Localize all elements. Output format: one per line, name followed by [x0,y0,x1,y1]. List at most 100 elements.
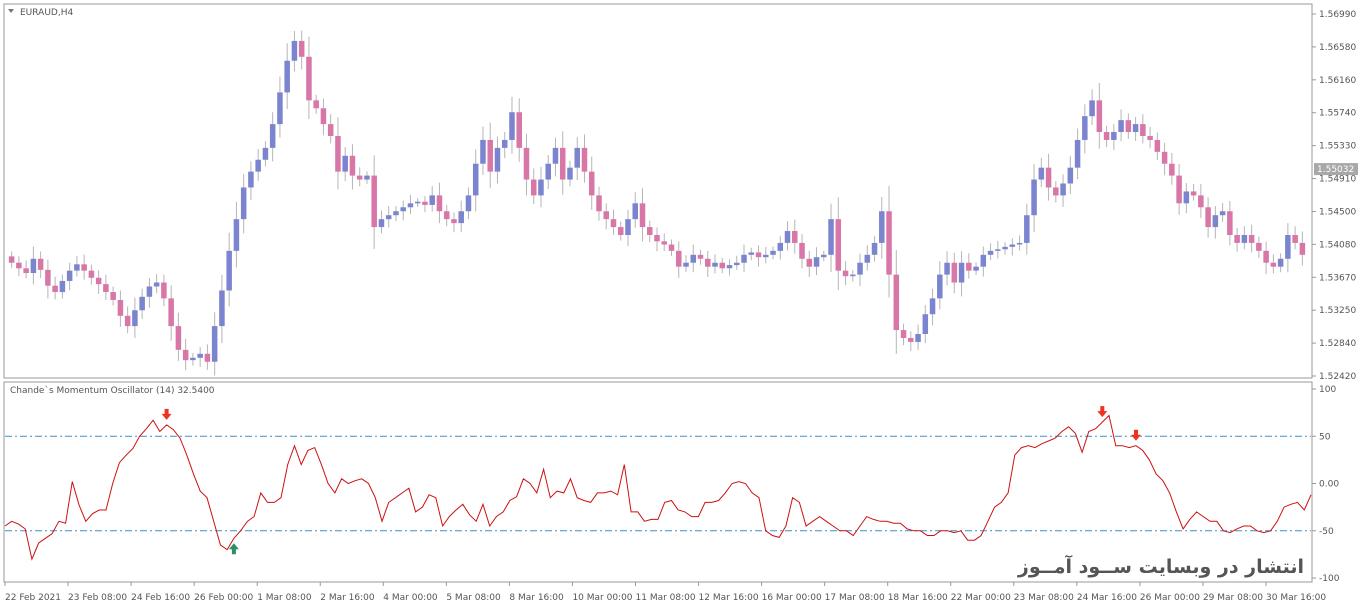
candle-body [1103,132,1110,140]
chart-window[interactable]: 1.56990 1.56580 1.56160 1.55740 1.55330 1.549… [0,0,1360,606]
candle-body [1285,235,1291,259]
time-tick-label: 1 Mar 08:00 [257,593,312,603]
candle-body [857,262,863,275]
candle-body [1038,167,1045,180]
main-chart-title: EURAUD,H4 [20,8,73,18]
candle-body [211,326,218,362]
candle-body [516,112,522,148]
candle-body [443,211,450,220]
candle-body [1031,179,1037,216]
candle-body [175,326,182,350]
candle-body [1067,167,1074,184]
candle-body [262,147,269,160]
candle-body [487,139,493,172]
time-tick-label: 10 Mar 00:00 [572,593,632,603]
candle-body [1002,246,1008,250]
candle-body [45,269,51,286]
candle-body [813,257,820,267]
candle-body [1111,132,1117,140]
candle-body [734,262,740,266]
candle-body [429,195,435,205]
candle-body [335,135,341,172]
candle-body [1154,139,1161,152]
candle-body [1299,242,1306,255]
candle-body [719,262,726,269]
oscillator-tick-label: -50 [1319,527,1334,537]
candle-body [748,252,755,255]
candle-body [1169,163,1175,176]
candle-body [16,262,22,269]
candle-body [52,285,58,293]
candle-body [95,277,102,285]
candle-body [117,299,124,316]
price-tick-label: 1.53670 [1319,273,1356,283]
candle-body [1060,183,1066,196]
candle-body [501,139,508,148]
candle-body [617,227,624,236]
candle-body [74,264,80,271]
candle-body [538,179,544,196]
candle-body [30,258,37,274]
price-tick-label: 1.53250 [1319,306,1356,316]
candle-body [472,163,479,196]
candle-body [610,219,617,228]
candle-body [1082,116,1088,140]
oscillator-title: Chande`s Momentum Oscillator (14) 32.540… [10,385,215,396]
candle-body [378,219,385,228]
chart-svg[interactable]: 1.56990 1.56580 1.56160 1.55740 1.55330 1.549… [0,0,1360,606]
candle-body [821,254,827,258]
candle-body [284,60,290,93]
candle-body [1147,135,1153,140]
candle-body [364,175,370,180]
candle-body [494,147,501,172]
candle-body [480,139,486,164]
candle-body [603,211,609,220]
time-tick-label: 22 Mar 00:00 [951,593,1011,603]
candle-body [893,274,900,331]
candle-body [581,147,588,172]
candle-body [298,40,305,57]
candle-body [705,258,711,267]
time-tick-label: 23 Mar 08:00 [1014,593,1074,603]
candle-body [806,258,813,267]
candle-body [1140,124,1146,136]
candle-body [23,268,29,274]
candle-body [646,227,653,236]
candle-body [552,147,559,164]
candle-body [1176,175,1182,204]
candle-body [879,211,885,243]
candle-body [1256,242,1262,251]
candle-body [668,244,675,251]
candle-body [763,254,769,258]
candle-body [792,231,798,243]
time-tick-label: 24 Mar 16:00 [1077,593,1137,603]
candle-body [574,147,580,168]
candle-body [233,219,240,251]
price-tick-label: 1.56160 [1319,76,1356,86]
candle-body [683,262,689,267]
candle-body [451,219,457,224]
price-tick-label: 1.56580 [1319,43,1356,53]
candle-body [1053,187,1059,196]
candle-body [371,175,377,228]
candle-body [850,274,856,277]
candle-body [966,262,972,271]
candle-body [1219,211,1226,216]
candle-body [1089,100,1095,117]
price-tick-label: 1.54500 [1319,207,1356,217]
candle-body [741,254,747,263]
price-tick-label: 1.54910 [1319,175,1356,185]
candle-body [726,265,733,269]
candle-body [124,315,131,327]
candle-body [320,108,327,125]
candle-body [1292,235,1298,243]
candle-body [1270,262,1277,267]
candle-body [995,249,1001,251]
candle-body [755,252,762,258]
candle-body [509,112,515,140]
candle-body [1125,120,1132,133]
candle-body [1016,242,1023,245]
candle-body [349,155,356,176]
candle-body [944,262,950,275]
candle-body [632,203,639,220]
